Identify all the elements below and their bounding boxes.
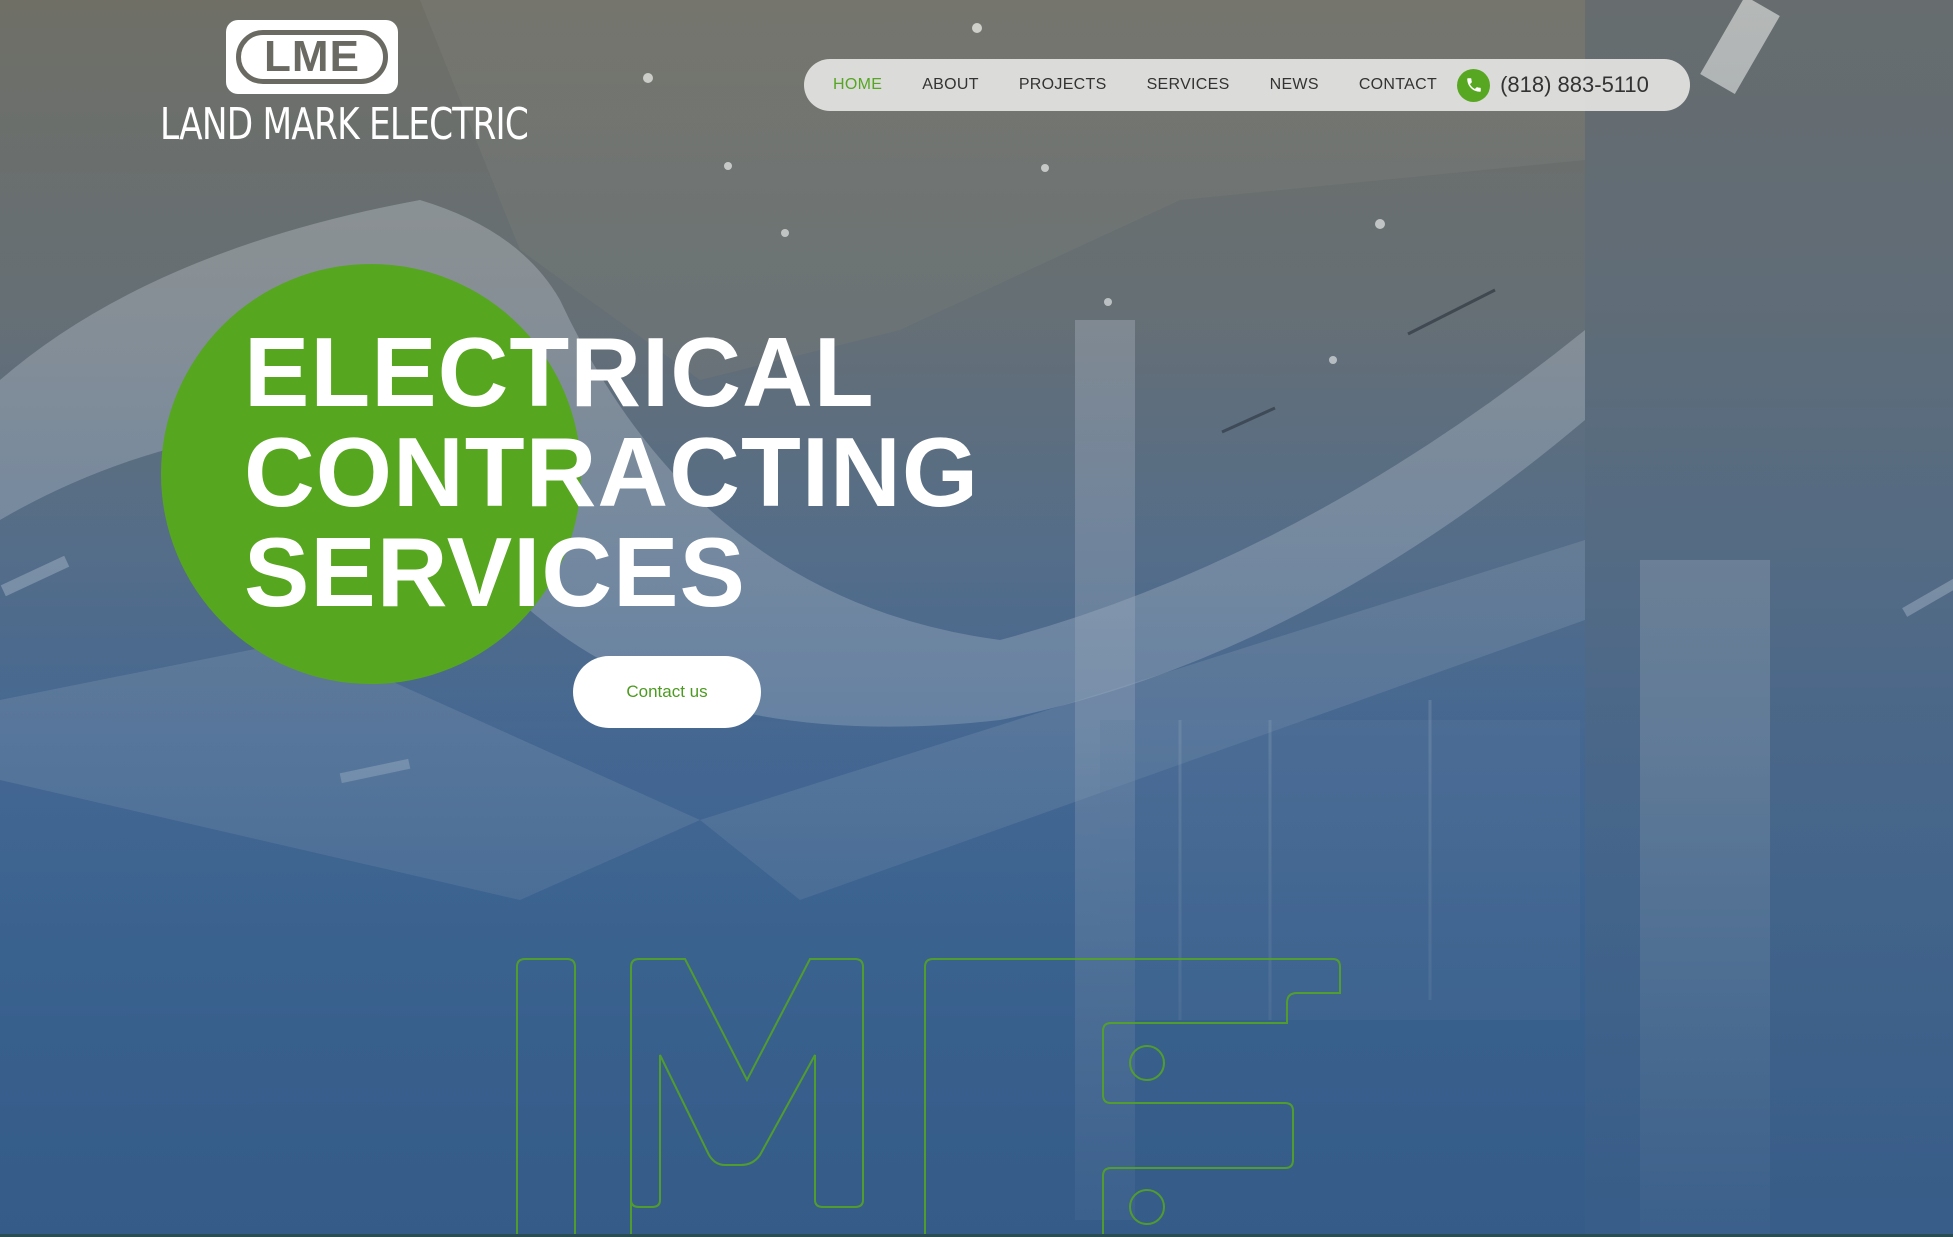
- nav-item-services[interactable]: SERVICES: [1147, 76, 1230, 94]
- main-navigation: HOME ABOUT PROJECTS SERVICES NEWS CONTAC…: [804, 59, 1690, 111]
- logo-company-name: LAND MARK ELECTRIC: [160, 99, 529, 150]
- phone-number: (818) 883-5110: [1500, 72, 1649, 97]
- logo-badge-text: LME: [236, 30, 388, 84]
- landing-page: LME LAND MARK ELECTRIC HOME ABOUT PROJEC…: [0, 0, 1953, 1237]
- lme-outline-watermark: [505, 955, 1345, 1237]
- nav-item-news[interactable]: NEWS: [1270, 76, 1319, 94]
- contact-us-button[interactable]: Contact us: [573, 656, 761, 728]
- nav-item-about[interactable]: ABOUT: [922, 76, 979, 94]
- phone-icon: [1457, 68, 1491, 102]
- hero-title-line-2: CONTRACTING: [244, 417, 980, 527]
- nav-item-contact[interactable]: CONTACT: [1359, 76, 1437, 94]
- nav-item-projects[interactable]: PROJECTS: [1019, 76, 1107, 94]
- hero-title: ELECTRICAL CONTRACTING SERVICES: [244, 322, 979, 622]
- logo-badge: LME: [226, 20, 398, 94]
- hero-title-line-3: SERVICES: [244, 517, 746, 627]
- phone-link[interactable]: (818) 883-5110: [1457, 68, 1649, 102]
- nav-item-home[interactable]: HOME: [833, 76, 882, 94]
- company-logo[interactable]: LME LAND MARK ELECTRIC: [160, 20, 529, 152]
- hero-title-line-1: ELECTRICAL: [244, 317, 875, 427]
